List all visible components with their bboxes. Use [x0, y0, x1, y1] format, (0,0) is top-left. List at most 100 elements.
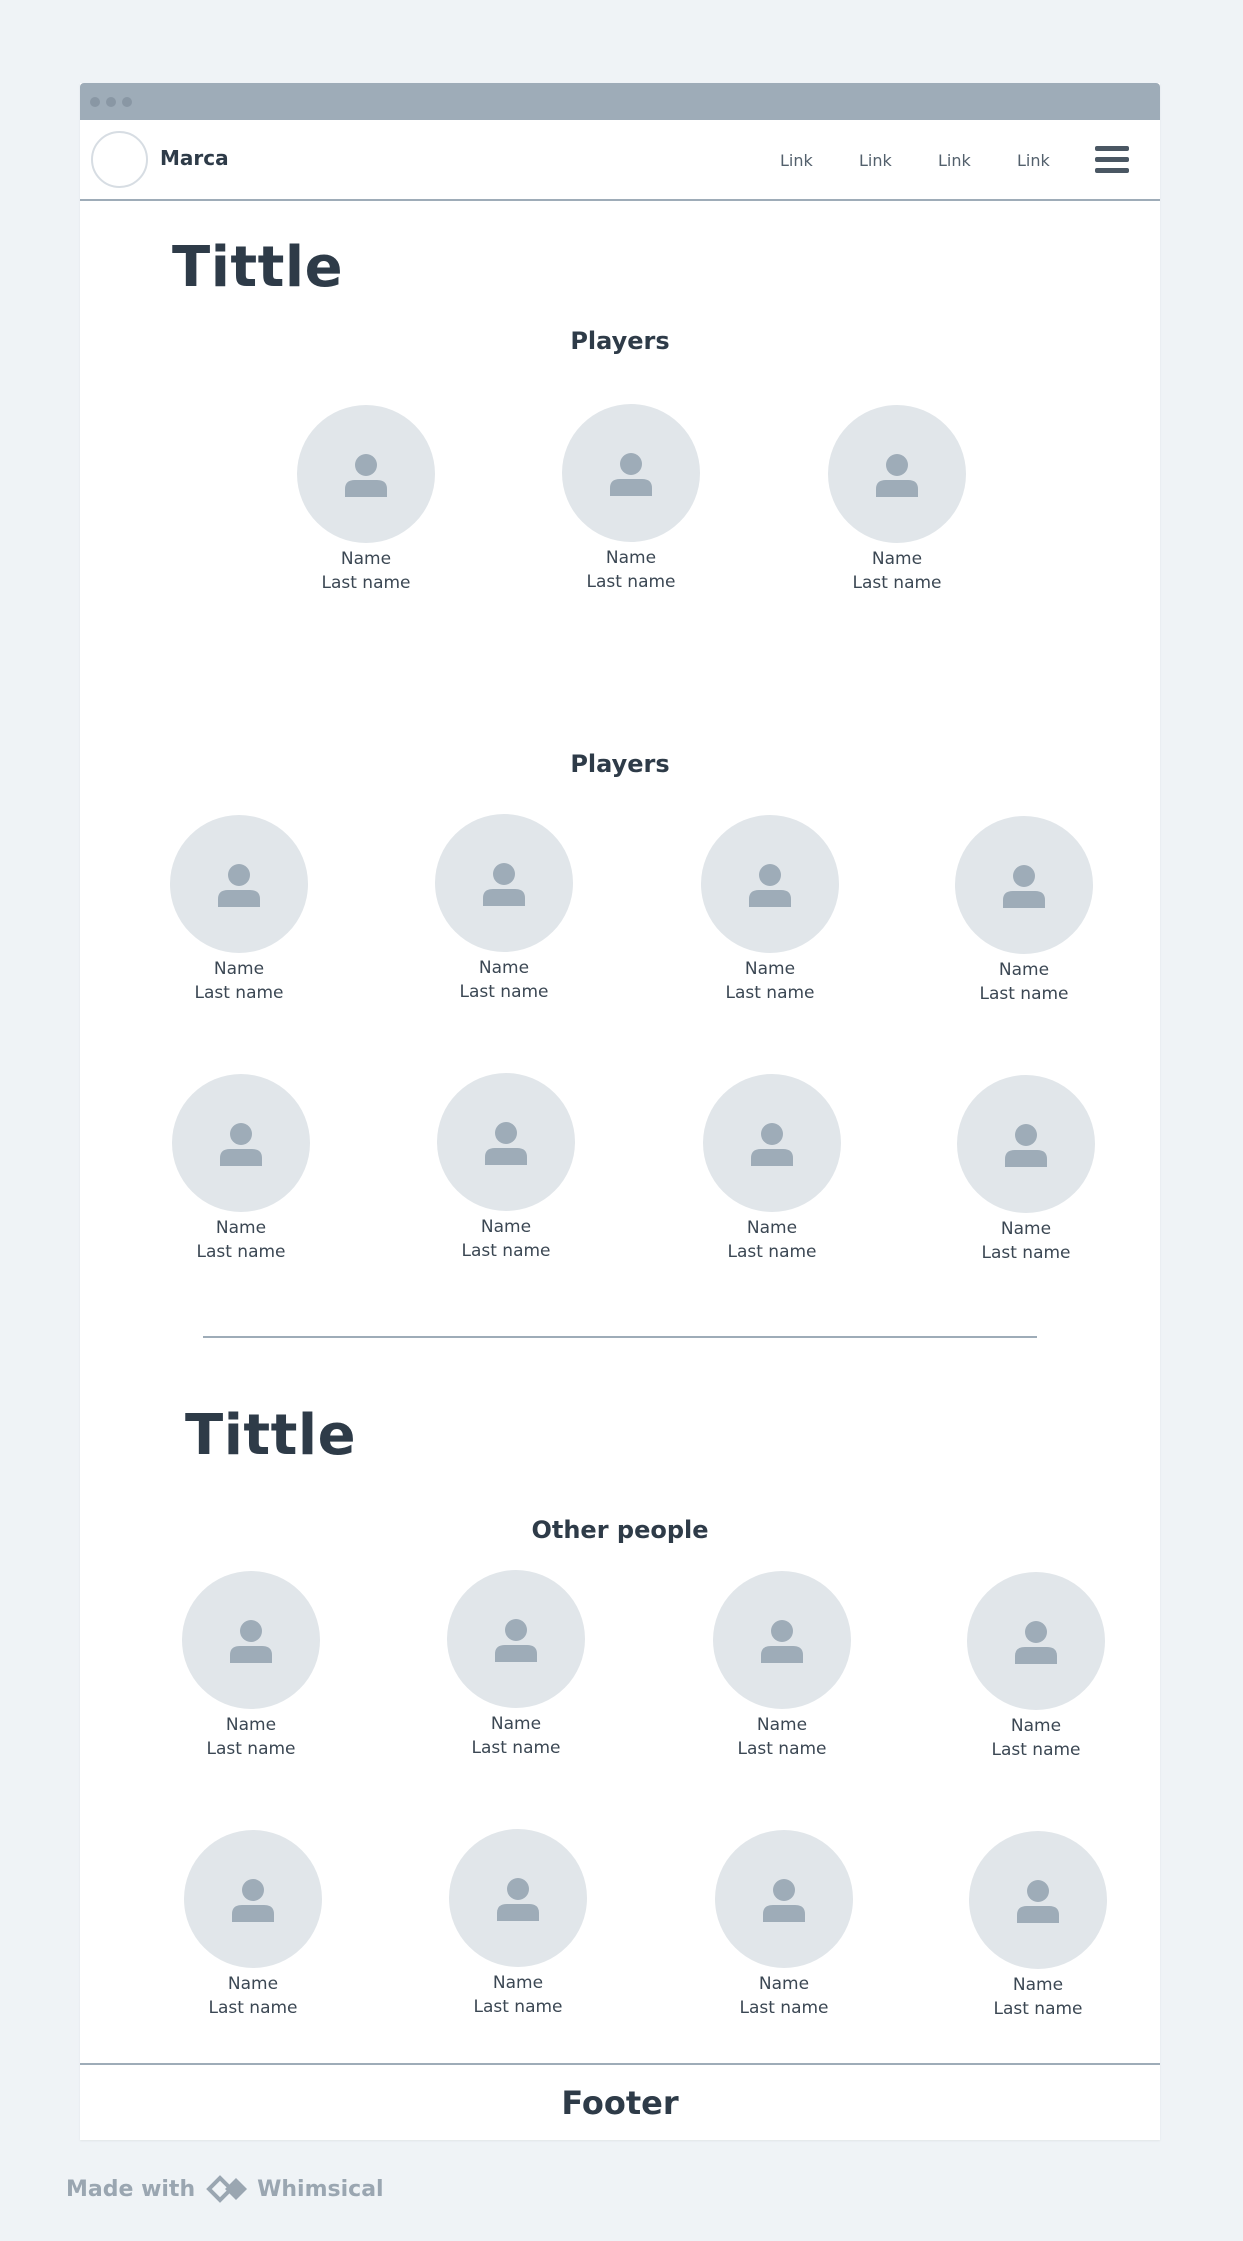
footer: Footer	[80, 2063, 1160, 2140]
person-first-name: Name	[478, 958, 530, 978]
made-with-watermark[interactable]: Made with Whimsical	[66, 2174, 384, 2204]
player-card[interactable]: Name Last name	[171, 1571, 331, 1761]
person-last-name: Last name	[206, 1739, 296, 1759]
person-last-name: Last name	[991, 1740, 1081, 1760]
avatar[interactable]	[184, 1830, 322, 1968]
hamburger-menu-icon[interactable]	[1095, 146, 1129, 174]
section-title: Tittle	[172, 235, 344, 300]
avatar[interactable]	[713, 1571, 851, 1709]
navbar: Marca Link Link Link Link	[80, 120, 1160, 201]
person-first-name: Name	[746, 1218, 798, 1238]
player-card[interactable]: Name Last name	[424, 814, 584, 1004]
avatar[interactable]	[435, 814, 573, 952]
person-first-name: Name	[1000, 1219, 1052, 1239]
player-card[interactable]: Name Last name	[692, 1074, 852, 1264]
avatar[interactable]	[449, 1829, 587, 1967]
person-first-name: Name	[998, 960, 1050, 980]
person-last-name: Last name	[586, 572, 676, 592]
person-first-name: Name	[225, 1715, 277, 1735]
player-card[interactable]: Name Last name	[946, 1075, 1106, 1265]
avatar[interactable]	[969, 1831, 1107, 1969]
browser-window: Marca Link Link Link Link Tittle Players…	[80, 83, 1160, 2140]
person-first-name: Name	[215, 1218, 267, 1238]
window-titlebar	[80, 83, 1160, 120]
avatar[interactable]	[967, 1572, 1105, 1710]
person-last-name: Last name	[461, 1241, 551, 1261]
group-heading: Players	[570, 750, 670, 778]
avatar[interactable]	[828, 405, 966, 543]
person-last-name: Last name	[993, 1999, 1083, 2019]
avatar[interactable]	[955, 816, 1093, 954]
player-card[interactable]: Name Last name	[438, 1829, 598, 2019]
avatar[interactable]	[562, 404, 700, 542]
brand-name[interactable]: Marca	[160, 146, 229, 170]
person-last-name: Last name	[852, 573, 942, 593]
player-card[interactable]: Name Last name	[958, 1831, 1118, 2021]
avatar[interactable]	[297, 405, 435, 543]
person-last-name: Last name	[194, 983, 284, 1003]
person-last-name: Last name	[473, 1997, 563, 2017]
person-first-name: Name	[871, 549, 923, 569]
player-card[interactable]: Name Last name	[286, 405, 446, 595]
person-first-name: Name	[605, 548, 657, 568]
person-last-name: Last name	[727, 1242, 817, 1262]
player-card[interactable]: Name Last name	[436, 1570, 596, 1760]
player-card[interactable]: Name Last name	[159, 815, 319, 1005]
person-first-name: Name	[756, 1715, 808, 1735]
avatar[interactable]	[437, 1073, 575, 1211]
group-heading: Players	[570, 327, 670, 355]
person-last-name: Last name	[196, 1242, 286, 1262]
player-card[interactable]: Name Last name	[704, 1830, 864, 2020]
avatar[interactable]	[170, 815, 308, 953]
avatar[interactable]	[172, 1074, 310, 1212]
section-title: Tittle	[185, 1403, 357, 1468]
player-card[interactable]: Name Last name	[817, 405, 977, 595]
person-first-name: Name	[1012, 1975, 1064, 1995]
window-dot	[122, 97, 132, 107]
person-last-name: Last name	[737, 1739, 827, 1759]
nav-link-1[interactable]: Link	[780, 151, 813, 170]
player-card[interactable]: Name Last name	[956, 1572, 1116, 1762]
person-last-name: Last name	[208, 1998, 298, 2018]
avatar[interactable]	[957, 1075, 1095, 1213]
person-first-name: Name	[744, 959, 796, 979]
player-card[interactable]: Name Last name	[551, 404, 711, 594]
player-card[interactable]: Name Last name	[161, 1074, 321, 1264]
person-last-name: Last name	[471, 1738, 561, 1758]
group-heading: Other people	[531, 1516, 709, 1544]
person-last-name: Last name	[725, 983, 815, 1003]
player-card[interactable]: Name Last name	[702, 1571, 862, 1761]
person-first-name: Name	[227, 1974, 279, 1994]
avatar[interactable]	[447, 1570, 585, 1708]
person-first-name: Name	[213, 959, 265, 979]
person-last-name: Last name	[459, 982, 549, 1002]
watermark-prefix: Made with	[66, 2176, 196, 2202]
avatar[interactable]	[703, 1074, 841, 1212]
player-card[interactable]: Name Last name	[426, 1073, 586, 1263]
nav-link-3[interactable]: Link	[938, 151, 971, 170]
avatar[interactable]	[701, 815, 839, 953]
whimsical-logo-icon	[206, 2175, 248, 2203]
nav-link-2[interactable]: Link	[859, 151, 892, 170]
person-first-name: Name	[492, 1973, 544, 1993]
avatar[interactable]	[182, 1571, 320, 1709]
person-last-name: Last name	[981, 1243, 1071, 1263]
person-first-name: Name	[340, 549, 392, 569]
logo-placeholder[interactable]	[91, 131, 148, 188]
nav-link-4[interactable]: Link	[1017, 151, 1050, 170]
person-last-name: Last name	[321, 573, 411, 593]
person-last-name: Last name	[739, 1998, 829, 2018]
window-dot	[106, 97, 116, 107]
player-card[interactable]: Name Last name	[944, 816, 1104, 1006]
player-card[interactable]: Name Last name	[173, 1830, 333, 2020]
person-first-name: Name	[758, 1974, 810, 1994]
person-first-name: Name	[480, 1217, 532, 1237]
person-last-name: Last name	[979, 984, 1069, 1004]
footer-label: Footer	[561, 2084, 679, 2122]
section-divider	[203, 1336, 1037, 1338]
player-card[interactable]: Name Last name	[690, 815, 850, 1005]
avatar[interactable]	[715, 1830, 853, 1968]
watermark-brand: Whimsical	[257, 2176, 384, 2202]
window-dot	[90, 97, 100, 107]
person-first-name: Name	[1010, 1716, 1062, 1736]
